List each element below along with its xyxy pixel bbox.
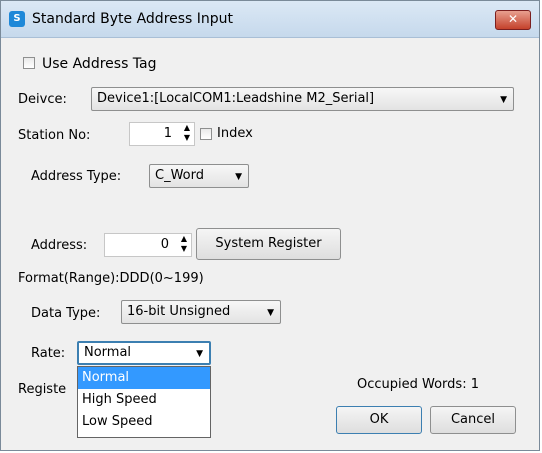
device-value: Device1:[LocalCOM1:Leadshine M2_Serial]	[97, 91, 375, 106]
address-type-value: C_Word	[155, 168, 204, 183]
cancel-button[interactable]: Cancel	[430, 406, 516, 434]
spin-arrows-icon[interactable]: ▲ ▼	[181, 234, 187, 254]
use-address-tag-checkbox[interactable]	[23, 57, 35, 69]
index-label: Index	[217, 126, 253, 141]
use-address-tag-label: Use Address Tag	[42, 56, 157, 72]
address-type-label: Address Type:	[31, 169, 122, 184]
dialog-window: S Standard Byte Address Input ✕ Use Addr…	[0, 0, 540, 451]
index-checkbox[interactable]	[200, 128, 212, 140]
chevron-down-icon: ▼	[235, 172, 242, 182]
close-button[interactable]: ✕	[495, 10, 531, 30]
spin-up-icon[interactable]: ▲	[181, 234, 187, 244]
app-icon: S	[9, 11, 25, 27]
format-text: Format(Range):DDD(0~199)	[18, 271, 204, 286]
address-label: Address:	[31, 238, 88, 253]
station-value: 1	[163, 126, 172, 141]
device-select[interactable]: Device1:[LocalCOM1:Leadshine M2_Serial] …	[91, 87, 514, 111]
rate-value: Normal	[84, 345, 132, 360]
chevron-down-icon: ▼	[196, 349, 203, 359]
window-title: Standard Byte Address Input	[32, 11, 234, 27]
device-label: Deivce:	[18, 92, 67, 107]
rate-option-normal[interactable]: Normal	[78, 367, 210, 389]
station-stepper[interactable]: 1 ▲ ▼	[129, 122, 195, 146]
station-label: Station No:	[18, 128, 91, 143]
occupied-words: Occupied Words: 1	[357, 377, 479, 392]
system-register-button[interactable]: System Register	[196, 228, 341, 260]
spin-arrows-icon[interactable]: ▲ ▼	[184, 123, 190, 143]
data-type-label: Data Type:	[31, 306, 101, 321]
data-type-select[interactable]: 16-bit Unsigned ▼	[121, 300, 281, 324]
chevron-down-icon: ▼	[267, 308, 274, 318]
address-stepper[interactable]: 0 ▲ ▼	[104, 233, 192, 257]
address-type-select[interactable]: C_Word ▼	[149, 164, 249, 188]
ok-button[interactable]: OK	[336, 406, 422, 434]
rate-dropdown-list: Normal High Speed Low Speed	[77, 366, 211, 438]
address-value: 0	[160, 237, 169, 252]
chevron-down-icon: ▼	[500, 95, 507, 105]
rate-option-high-speed[interactable]: High Speed	[78, 389, 210, 411]
data-type-value: 16-bit Unsigned	[127, 304, 231, 319]
spin-down-icon[interactable]: ▼	[184, 133, 190, 143]
title-bar: S Standard Byte Address Input ✕	[1, 1, 539, 38]
spin-down-icon[interactable]: ▼	[181, 244, 187, 254]
rate-option-low-speed[interactable]: Low Speed	[78, 411, 210, 433]
register-label: Registe	[18, 382, 67, 397]
spin-up-icon[interactable]: ▲	[184, 123, 190, 133]
rate-label: Rate:	[31, 346, 66, 361]
rate-select[interactable]: Normal ▼	[77, 341, 211, 365]
